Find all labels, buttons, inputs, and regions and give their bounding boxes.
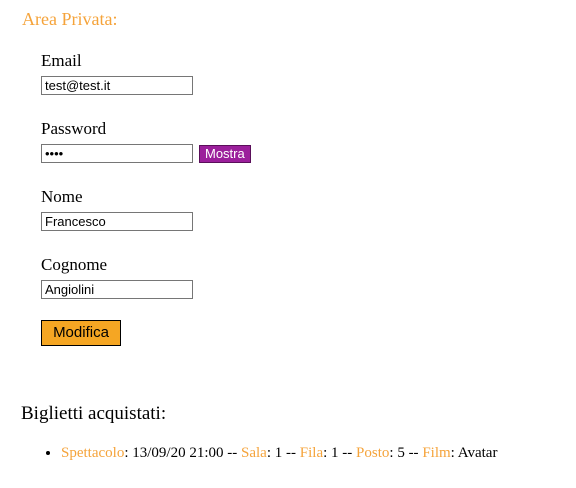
film-label: Film xyxy=(422,445,451,461)
spettacolo-value: 13/09/20 21:00 xyxy=(132,445,224,461)
separator: -- xyxy=(404,445,423,461)
email-input[interactable] xyxy=(41,76,193,95)
email-field-group: Email xyxy=(41,51,193,95)
film-value: Avatar xyxy=(457,445,498,461)
password-input[interactable] xyxy=(41,144,193,163)
nome-input[interactable] xyxy=(41,212,193,231)
ticket-item: Spettacolo: 13/09/20 21:00 -- Sala: 1 --… xyxy=(61,444,497,462)
cognome-input[interactable] xyxy=(41,280,193,299)
fila-label: Fila xyxy=(299,445,324,461)
tickets-heading: Biglietti acquistati: xyxy=(21,403,167,424)
posto-label: Posto xyxy=(356,445,390,461)
posto-value: 5 xyxy=(397,445,405,461)
nome-label: Nome xyxy=(41,187,83,206)
cognome-label: Cognome xyxy=(41,255,108,274)
separator: -- xyxy=(338,445,357,461)
password-field-group: Password Mostra xyxy=(41,119,251,163)
show-password-button[interactable]: Mostra xyxy=(199,145,251,163)
password-label: Password xyxy=(41,119,107,138)
modifica-button[interactable]: Modifica xyxy=(41,320,121,346)
nome-field-group: Nome xyxy=(41,187,193,231)
email-label: Email xyxy=(41,51,82,70)
separator: -- xyxy=(282,445,300,461)
fila-value: 1 xyxy=(331,445,339,461)
sala-label: Sala xyxy=(241,445,267,461)
tickets-list: Spettacolo: 13/09/20 21:00 -- Sala: 1 --… xyxy=(0,444,497,462)
private-area-page: Area Privata: Email Password Mostra Nome… xyxy=(0,0,576,488)
cognome-field-group: Cognome xyxy=(41,255,193,299)
spettacolo-label: Spettacolo xyxy=(61,445,125,461)
separator: -- xyxy=(223,445,242,461)
page-title: Area Privata: xyxy=(22,9,118,29)
